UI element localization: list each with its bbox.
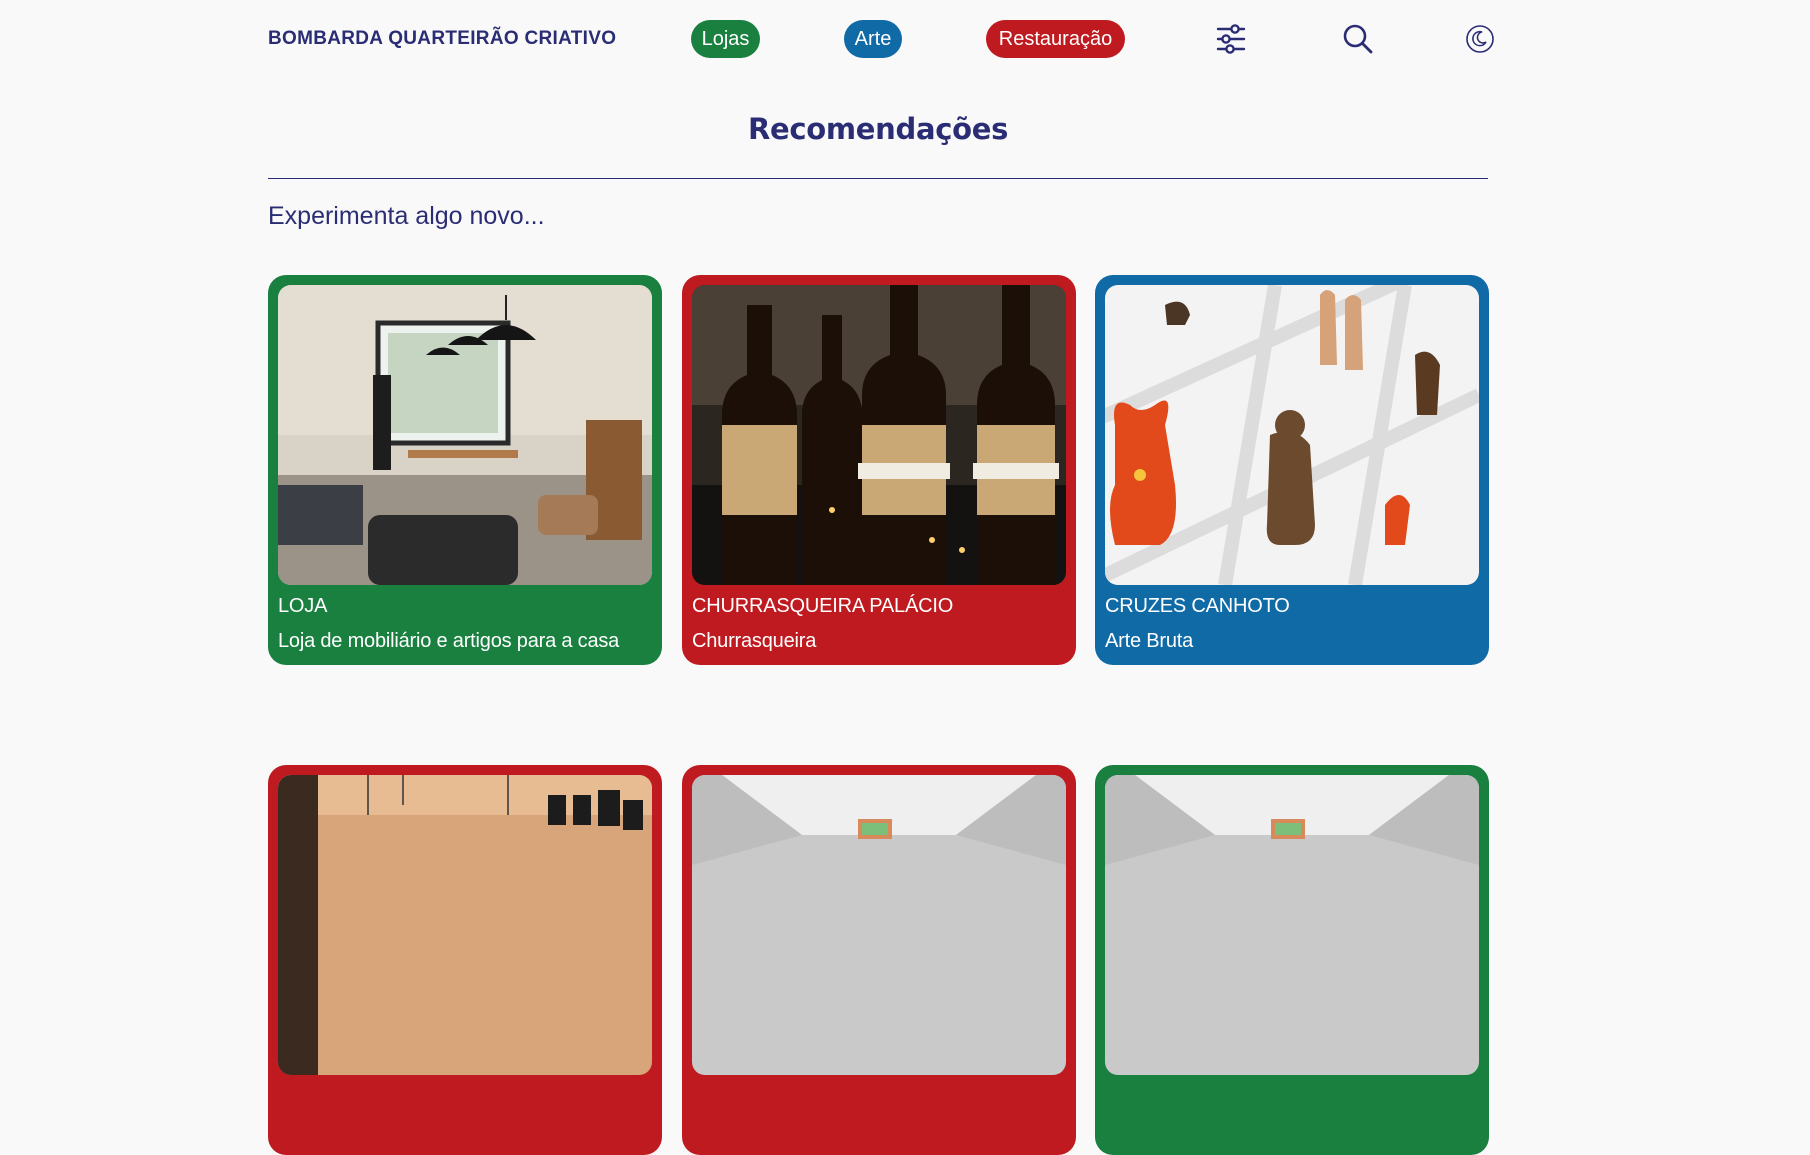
site-header: BOMBARDA QUARTEIRÃO CRIATIVO Lojas Arte … bbox=[268, 0, 1494, 78]
card-cruzes-canhoto[interactable]: CRUZES CANHOTO Arte Bruta bbox=[1095, 275, 1489, 665]
card-loja[interactable]: LOJA Loja de mobiliário e artigos para a… bbox=[268, 275, 662, 665]
page-title: Recomendações bbox=[747, 112, 1009, 146]
filter-icon[interactable] bbox=[1212, 20, 1250, 58]
folk-art-figures-photo bbox=[1105, 285, 1479, 585]
tab-lojas[interactable]: Lojas bbox=[691, 20, 760, 58]
gallery-ceiling-photo bbox=[692, 775, 1066, 1075]
gallery-ceiling-photo bbox=[1105, 775, 1479, 1075]
card-title: CRUZES CANHOTO bbox=[1105, 595, 1290, 617]
page: BOMBARDA QUARTEIRÃO CRIATIVO Lojas Arte … bbox=[0, 0, 1810, 1155]
search-icon[interactable] bbox=[1339, 20, 1377, 58]
section-header: Recomendações bbox=[268, 112, 1488, 146]
furniture-store-photo bbox=[278, 285, 652, 585]
restaurant-interior-photo bbox=[278, 775, 652, 1075]
section-subtitle: Experimenta algo novo... bbox=[268, 202, 545, 230]
moon-icon[interactable] bbox=[1461, 20, 1499, 58]
card-row2-3[interactable] bbox=[1095, 765, 1489, 1155]
card-description: Churrasqueira bbox=[692, 630, 817, 652]
card-row2-1[interactable] bbox=[268, 765, 662, 1155]
card-title: LOJA bbox=[278, 595, 328, 617]
tab-restauracao[interactable]: Restauração bbox=[986, 20, 1125, 58]
card-description: Arte Bruta bbox=[1105, 630, 1194, 652]
card-churrasqueira-palacio[interactable]: CHURRASQUEIRA PALÁCIO Churrasqueira bbox=[682, 275, 1076, 665]
beer-bottles-photo bbox=[692, 285, 1066, 585]
divider bbox=[268, 178, 1488, 179]
tab-arte[interactable]: Arte bbox=[844, 20, 902, 58]
brand-logo[interactable]: BOMBARDA QUARTEIRÃO CRIATIVO bbox=[268, 28, 616, 50]
card-description: Loja de mobiliário e artigos para a casa bbox=[278, 630, 620, 652]
card-title: CHURRASQUEIRA PALÁCIO bbox=[692, 595, 954, 617]
card-row2-2[interactable] bbox=[682, 765, 1076, 1155]
